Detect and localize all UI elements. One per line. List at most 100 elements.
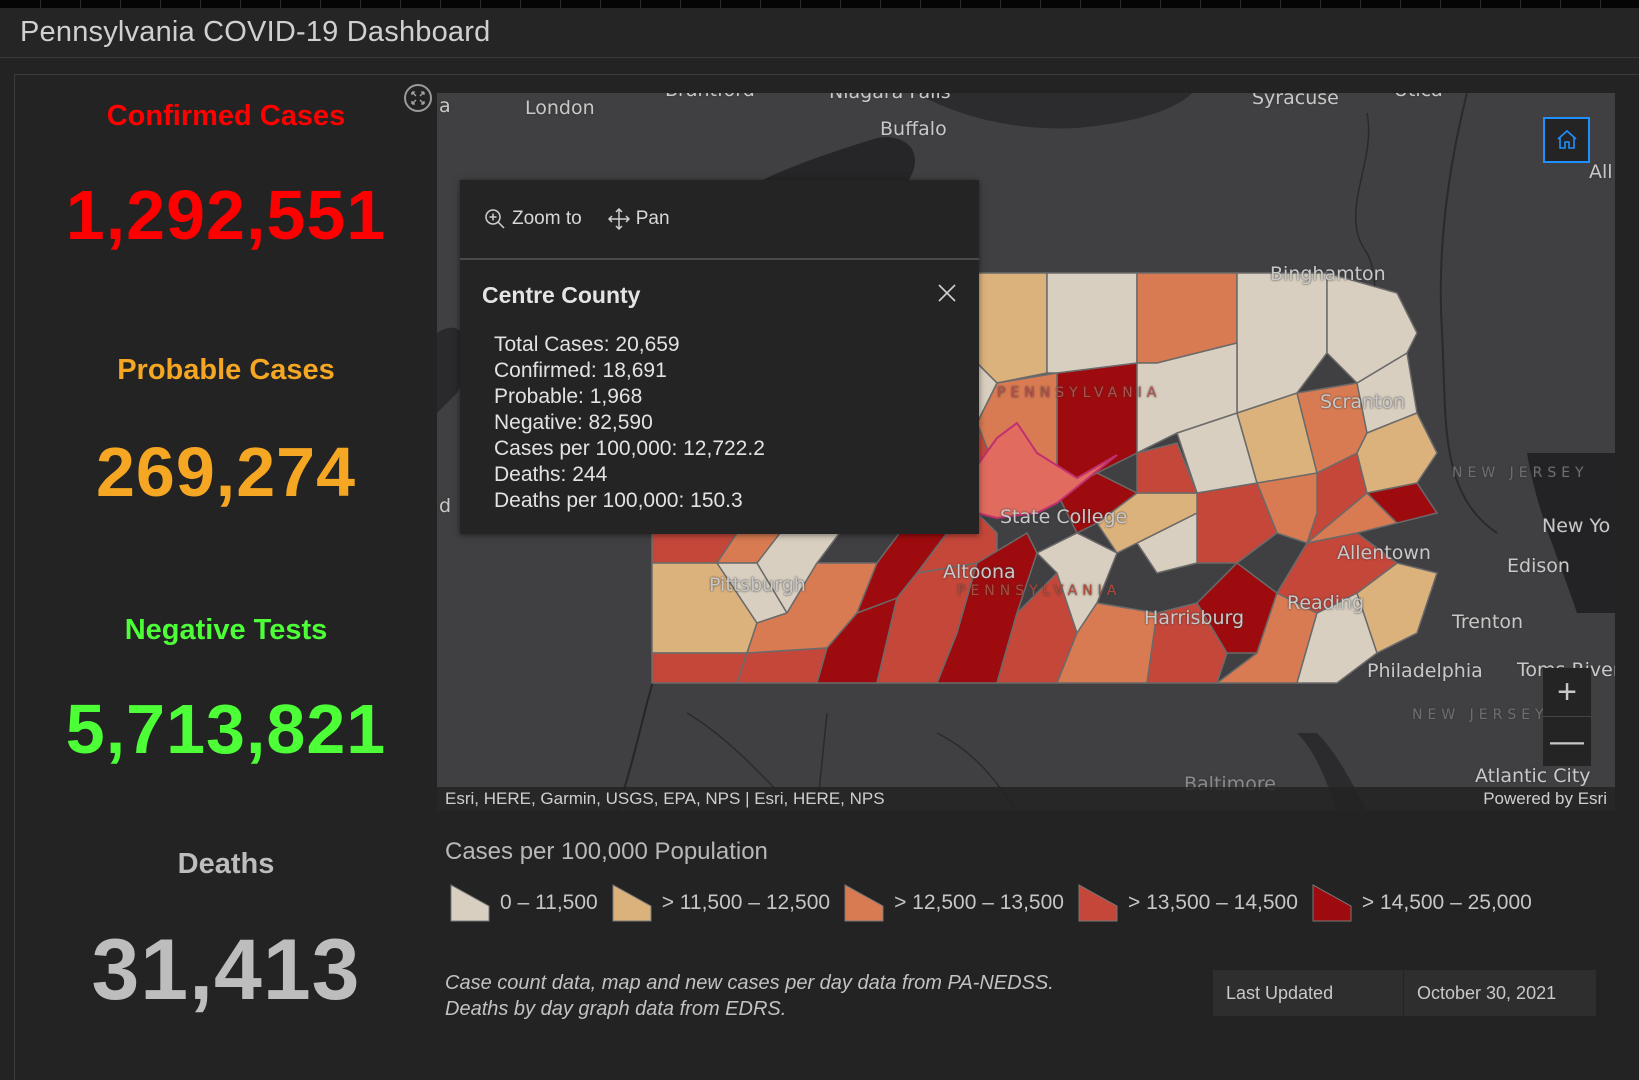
feature-popup: Zoom to Pan Centre County Total Cases: 2… xyxy=(460,180,979,534)
strip-tick xyxy=(1560,0,1561,8)
strip-tick xyxy=(1480,0,1481,8)
map-label-niagara: Niagara Falls xyxy=(829,93,951,103)
strip-tick xyxy=(640,0,641,8)
zoom-out-button[interactable]: — xyxy=(1543,717,1591,766)
legend-label: > 14,500 – 25,000 xyxy=(1361,891,1532,914)
zoom-control: + — xyxy=(1543,668,1591,766)
stat-label: Deaths xyxy=(177,848,275,880)
stat-label: Probable Cases xyxy=(117,354,335,386)
strip-tick xyxy=(440,0,441,8)
stat-value: 5,713,821 xyxy=(65,690,387,768)
legend-title: Cases per 100,000 Population xyxy=(445,838,768,865)
strip-tick xyxy=(1280,0,1281,8)
stat-label: Negative Tests xyxy=(124,614,328,646)
map-label-albany: All xyxy=(1589,161,1613,183)
map-label-pennsylvania: PENNSYLVANIA xyxy=(997,385,1162,401)
strip-tick xyxy=(1520,0,1521,8)
county-polygon[interactable] xyxy=(651,652,749,684)
data-source-note: Case count data, map and new cases per d… xyxy=(445,970,1054,1022)
strip-tick xyxy=(40,0,41,8)
attribution-text: Esri, HERE, Garmin, USGS, EPA, NPS | Esr… xyxy=(445,789,885,808)
zoom-in-button[interactable]: + xyxy=(1543,668,1591,717)
stat-negative-tests: Negative Tests 5,713,821 xyxy=(20,614,432,769)
map-label-allentown: Allentown xyxy=(1337,542,1431,564)
legend-swatch xyxy=(612,884,652,922)
pan-button[interactable]: Pan xyxy=(607,208,670,230)
map-label-atlantic-city: Atlantic City xyxy=(1475,765,1591,787)
map-label-edge: d xyxy=(439,495,452,517)
dashboard-title: Pennsylvania COVID-19 Dashboard xyxy=(20,16,491,48)
strip-tick xyxy=(760,0,761,8)
legend-label: > 11,500 – 12,500 xyxy=(661,891,831,914)
strip-tick xyxy=(960,0,961,8)
strip-tick xyxy=(680,0,681,8)
strip-tick xyxy=(560,0,561,8)
strip-tick xyxy=(1000,0,1001,8)
legend-item: > 11,500 – 12,500 xyxy=(612,884,830,922)
pan-label: Pan xyxy=(635,208,670,229)
legend-swatch xyxy=(1312,884,1352,922)
stat-value: 1,292,551 xyxy=(65,176,387,254)
map-label-brantford: Brantford xyxy=(665,93,755,101)
window-top-strip xyxy=(0,0,1639,8)
strip-tick xyxy=(1360,0,1361,8)
legend-swatch xyxy=(450,884,490,922)
legend-label: 0 – 11,500 xyxy=(500,891,598,914)
legend-label: > 13,500 – 14,500 xyxy=(1127,891,1298,914)
home-icon xyxy=(1556,129,1577,149)
popup-field-negative: Negative: 82,590 xyxy=(494,411,653,434)
home-button[interactable] xyxy=(1543,117,1590,163)
strip-tick xyxy=(240,0,241,8)
strip-tick xyxy=(1400,0,1401,8)
popup-close-button[interactable] xyxy=(936,282,958,304)
map-label-reading: Reading xyxy=(1287,592,1365,614)
map-label-harrisburg: Harrisburg xyxy=(1144,607,1245,629)
strip-tick xyxy=(520,0,521,8)
map-label-state-college: State College xyxy=(1000,506,1128,528)
legend-item: > 13,500 – 14,500 xyxy=(1078,884,1298,922)
strip-tick xyxy=(720,0,721,8)
map-label-edison: Edison xyxy=(1507,555,1570,577)
popup-field-probable: Probable: 1,968 xyxy=(494,385,643,408)
legend-item: > 14,500 – 25,000 xyxy=(1312,884,1532,922)
last-updated-value: October 30, 2021 xyxy=(1404,970,1596,1016)
map-label-pittsburgh: Pittsburgh xyxy=(709,574,806,596)
strip-tick xyxy=(1160,0,1161,8)
county-polygon[interactable] xyxy=(1046,272,1138,374)
strip-tick xyxy=(840,0,841,8)
powered-by-esri-link[interactable]: Powered by Esri xyxy=(1483,787,1607,811)
zoom-to-button[interactable]: Zoom to xyxy=(484,208,582,230)
close-icon xyxy=(938,284,956,302)
county-polygon[interactable] xyxy=(735,647,829,684)
dashboard-header: Pennsylvania COVID-19 Dashboard xyxy=(0,8,1639,58)
strip-tick xyxy=(1040,0,1041,8)
popup-field-deaths: Deaths: 244 xyxy=(494,463,608,486)
strip-tick xyxy=(360,0,361,8)
stat-deaths: Deaths 31,413 xyxy=(20,848,432,1020)
stat-value: 31,413 xyxy=(91,922,361,1018)
popup-actions: Zoom to Pan xyxy=(460,180,979,260)
popup-field-cases-per-100k: Cases per 100,000: 12,722.2 xyxy=(494,437,765,460)
map-attribution: Esri, HERE, Garmin, USGS, EPA, NPS | Esr… xyxy=(437,787,1615,811)
map-label-pennsylvania: PENNSYLVANIA xyxy=(957,583,1122,599)
map-label-new-jersey: NEW JERSEY xyxy=(1412,707,1549,723)
strip-tick xyxy=(160,0,161,8)
popup-field-deaths-per-100k: Deaths per 100,000: 150.3 xyxy=(494,489,743,512)
map-label-new-york: New Yo xyxy=(1542,515,1611,537)
pan-arrows-icon xyxy=(607,208,630,230)
stat-confirmed-cases: Confirmed Cases 1,292,551 xyxy=(20,100,432,255)
note-line: Case count data, map and new cases per d… xyxy=(445,972,1054,994)
note-line: Deaths by day graph data from EDRS. xyxy=(445,998,787,1020)
map-label-scranton: Scranton xyxy=(1320,391,1406,413)
fullscreen-button[interactable] xyxy=(404,84,432,112)
strip-tick xyxy=(280,0,281,8)
last-updated-label: Last Updated xyxy=(1213,970,1403,1016)
expand-icon xyxy=(411,91,425,105)
map-label-philadelphia: Philadelphia xyxy=(1367,660,1483,682)
popup-field-total-cases: Total Cases: 20,659 xyxy=(494,333,680,356)
strip-tick xyxy=(480,0,481,8)
map-label-syracuse: Syracuse xyxy=(1252,93,1339,109)
popup-field-confirmed: Confirmed: 18,691 xyxy=(494,359,667,382)
stat-probable-cases: Probable Cases 269,274 xyxy=(20,354,432,512)
popup-fields: Total Cases: 20,659 Confirmed: 18,691 Pr… xyxy=(494,332,765,514)
